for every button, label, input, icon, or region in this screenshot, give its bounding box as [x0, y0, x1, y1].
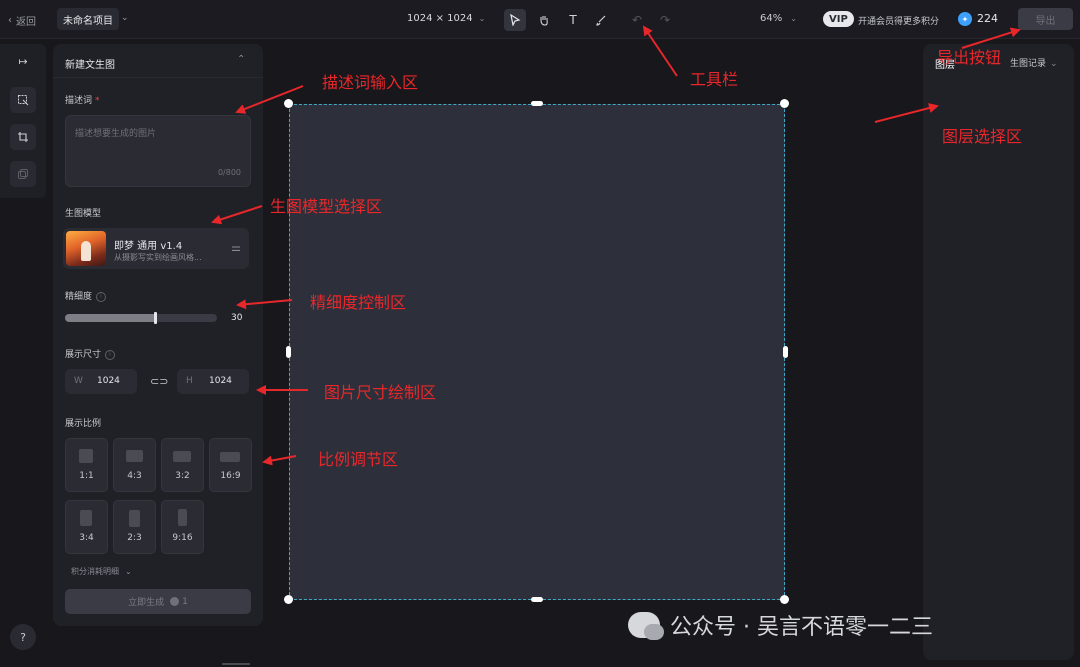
arrow-toolbar [642, 25, 678, 77]
annotation-size-area: 图片尺寸绘制区 [324, 383, 437, 402]
annotation-model-area: 生图模型选择区 [270, 197, 383, 216]
annotation-layer-area: 图层选择区 [942, 127, 1023, 146]
annotation-arrows [211, 25, 1021, 466]
divider [222, 663, 250, 665]
annotation-detail-area: 精细度控制区 [310, 293, 407, 312]
annotation-export-button: 导出按钮 [937, 48, 1002, 67]
arrow-detail-area [236, 299, 293, 310]
annotation-prompt-area: 描述词输入区 [322, 73, 419, 92]
arrow-layer-area [874, 103, 939, 123]
arrow-prompt-area [235, 85, 304, 114]
watermark: 公众号 · 吴言不语零一二三 [628, 609, 933, 641]
annotation-ratio-area: 比例调节区 [318, 450, 399, 469]
wechat-icon [628, 612, 664, 640]
annotation-toolbar: 工具栏 [690, 70, 739, 89]
arrow-ratio-area [262, 455, 297, 466]
arrow-model-area [211, 205, 263, 225]
watermark-text: 公众号 · 吴言不语零一二三 [670, 615, 933, 640]
